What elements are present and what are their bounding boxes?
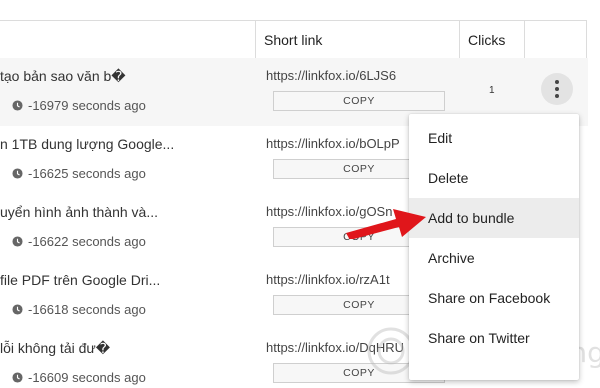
created-time-text: -16979 seconds ago: [28, 98, 146, 113]
table-header: Short link Clicks: [0, 21, 586, 59]
created-time: -16625 seconds ago: [12, 166, 146, 181]
menu-item-delete[interactable]: Delete: [409, 158, 579, 198]
short-link[interactable]: https://linkfox.io/bOLpP: [266, 136, 400, 151]
created-time: -16622 seconds ago: [12, 234, 146, 249]
menu-item-share-facebook[interactable]: Share on Facebook: [409, 278, 579, 318]
short-link[interactable]: https://linkfox.io/6LJS6: [266, 68, 396, 83]
column-header-clicks: Clicks: [468, 32, 506, 48]
clock-icon: [12, 372, 23, 383]
more-options-button[interactable]: [541, 73, 573, 105]
created-time-text: -16609 seconds ago: [28, 370, 146, 385]
clock-icon: [12, 100, 23, 111]
clock-icon: [12, 168, 23, 179]
more-vert-icon: [555, 94, 559, 98]
menu-item-archive[interactable]: Archive: [409, 238, 579, 278]
clock-icon: [12, 236, 23, 247]
link-title[interactable]: lỗi không tải đư�: [0, 340, 110, 357]
row-options-menu: Edit Delete Add to bundle Archive Share …: [409, 114, 579, 380]
created-time: -16979 seconds ago: [12, 98, 146, 113]
link-title[interactable]: file PDF trên Google Dri...: [0, 272, 160, 288]
created-time: -16609 seconds ago: [12, 370, 146, 385]
menu-item-edit[interactable]: Edit: [409, 118, 579, 158]
created-time-text: -16618 seconds ago: [28, 302, 146, 317]
click-count: 1: [489, 85, 495, 96]
more-vert-icon: [555, 80, 559, 84]
more-vert-icon: [555, 87, 559, 91]
menu-item-add-to-bundle[interactable]: Add to bundle: [409, 198, 579, 238]
column-header-short-link: Short link: [264, 32, 323, 48]
link-title[interactable]: uyển hình ảnh thành và...: [0, 204, 158, 220]
created-time-text: -16622 seconds ago: [28, 234, 146, 249]
created-time-text: -16625 seconds ago: [28, 166, 146, 181]
link-title[interactable]: tạo bản sao văn b�: [0, 68, 126, 85]
clock-icon: [12, 304, 23, 315]
short-link[interactable]: https://linkfox.io/rzA1t: [266, 272, 390, 287]
copy-button[interactable]: COPY: [273, 91, 445, 111]
red-pointer-arrow: [346, 209, 426, 239]
link-title[interactable]: n 1TB dung lượng Google...: [0, 136, 174, 152]
created-time: -16618 seconds ago: [12, 302, 146, 317]
menu-item-share-twitter[interactable]: Share on Twitter: [409, 318, 579, 358]
links-table: Short link Clicks: [0, 20, 586, 59]
link-manager-screen: Short link Clicks tạo bản sao văn b� -16…: [0, 0, 600, 388]
